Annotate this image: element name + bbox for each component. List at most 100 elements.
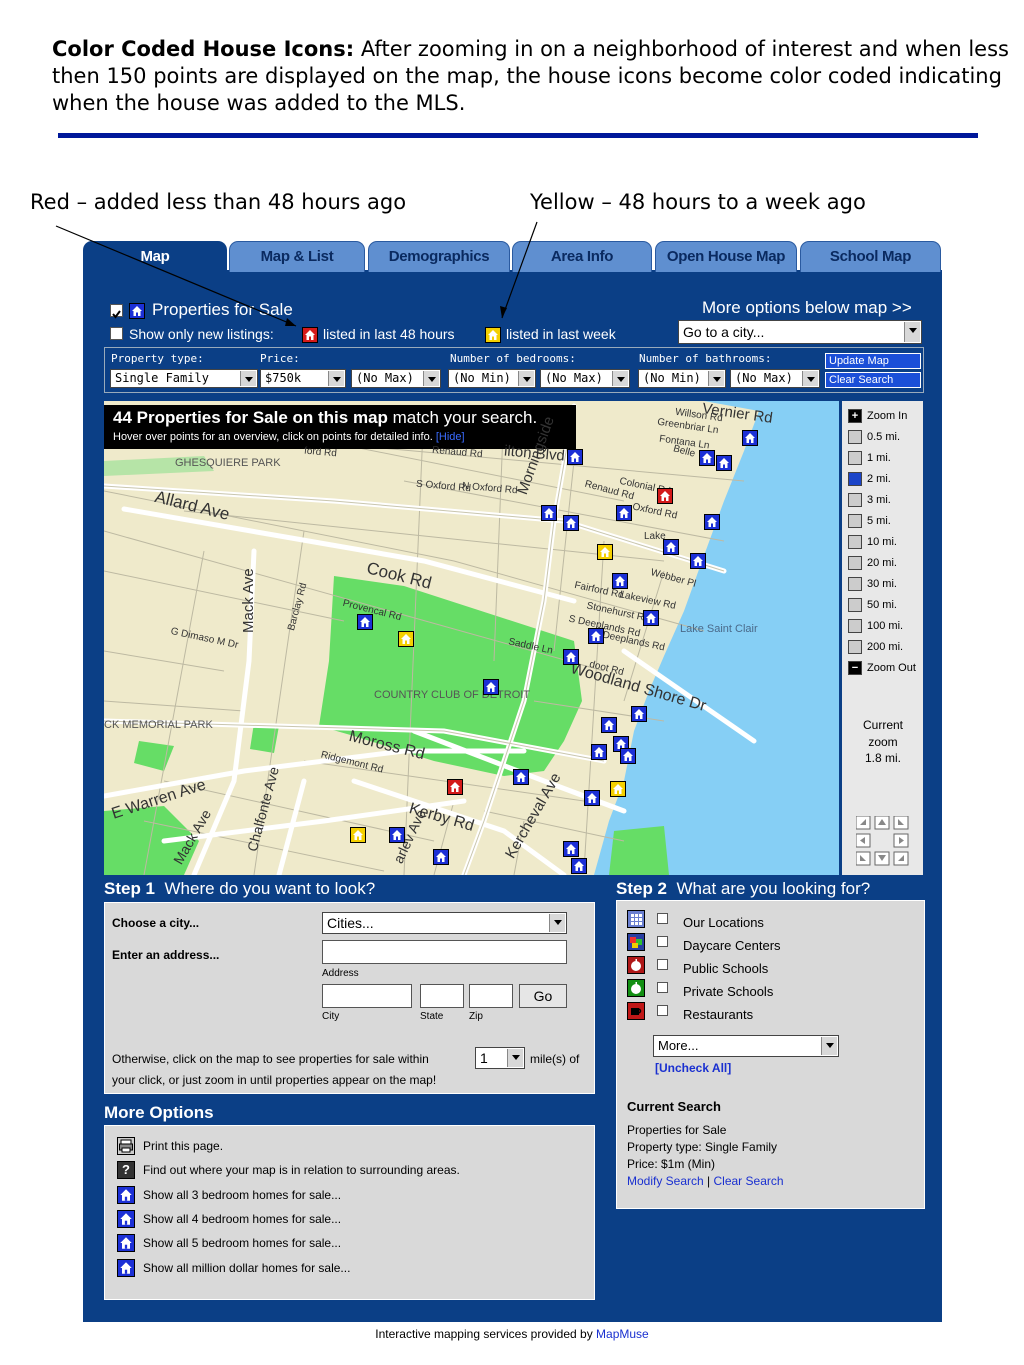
house-marker-icon[interactable] xyxy=(563,649,579,665)
city-input[interactable] xyxy=(322,984,412,1008)
house-marker-icon[interactable] xyxy=(663,539,679,555)
house-yellow-marker-icon[interactable] xyxy=(597,544,613,560)
poi-restaurants: Restaurants xyxy=(683,1007,754,1022)
checkbox-private-schools[interactable] xyxy=(657,982,668,993)
zoom-level-label: 200 mi. xyxy=(867,640,904,653)
zoom-level-10[interactable]: 200 mi. xyxy=(848,640,903,654)
house-red-marker-icon[interactable] xyxy=(447,779,463,795)
house-yellow-marker-icon[interactable] xyxy=(398,631,414,647)
map-label: COUNTRY CLUB OF DETROIT xyxy=(374,689,531,701)
house-marker-icon[interactable] xyxy=(588,628,604,644)
coffee-cup-icon xyxy=(627,1002,645,1020)
option-5bed[interactable]: Show all 5 bedroom homes for sale... xyxy=(143,1236,341,1250)
house-marker-icon[interactable] xyxy=(631,706,647,722)
house-marker-icon[interactable] xyxy=(591,744,607,760)
current-zoom-label: Current zoom xyxy=(862,718,903,749)
option-million[interactable]: Show all million dollar homes for sale..… xyxy=(143,1261,350,1275)
map-canvas[interactable]: 44 Properties for Sale on this map match… xyxy=(104,401,839,875)
zoom-level-7[interactable]: 30 mi. xyxy=(848,577,897,591)
house-marker-icon[interactable] xyxy=(483,679,499,695)
house-marker-icon[interactable] xyxy=(643,610,659,626)
apple-green-icon xyxy=(627,979,645,997)
poi-our-locations: Our Locations xyxy=(683,915,764,930)
house-marker-icon[interactable] xyxy=(704,514,720,530)
zoom-level-label: 10 mi. xyxy=(867,535,897,548)
otherwise-text-a: Otherwise, click on the map to see prope… xyxy=(112,1052,429,1066)
zip-input[interactable] xyxy=(469,984,513,1008)
printer-icon xyxy=(117,1137,135,1155)
zoom-level-label: 50 mi. xyxy=(867,598,897,611)
house-red-marker-icon[interactable] xyxy=(657,488,673,504)
house-marker-icon[interactable] xyxy=(513,769,529,785)
zoom-in-button[interactable]: + Zoom In xyxy=(848,409,907,423)
option-surrounding[interactable]: Find out where your map is in relation t… xyxy=(143,1163,460,1177)
banner-hide-link[interactable]: [Hide] xyxy=(436,431,465,443)
banner-count: 44 Properties for Sale on this map xyxy=(113,408,388,427)
address-input[interactable] xyxy=(322,940,567,964)
house-marker-icon[interactable] xyxy=(584,790,600,806)
more-poi-value: More... xyxy=(658,1038,699,1053)
blocks-icon xyxy=(627,933,645,951)
house-marker-icon[interactable] xyxy=(571,858,587,874)
zoom-level-5[interactable]: 10 mi. xyxy=(848,535,897,549)
pan-control[interactable] xyxy=(855,815,910,870)
house-marker-icon[interactable] xyxy=(563,841,579,857)
state-input[interactable] xyxy=(420,984,464,1008)
map-banner-title: 44 Properties for Sale on this map match… xyxy=(113,408,537,428)
zoom-in-label: Zoom In xyxy=(867,409,908,422)
house-marker-icon[interactable] xyxy=(541,505,557,521)
checkbox-public-schools[interactable] xyxy=(657,959,668,970)
house-marker-icon[interactable] xyxy=(612,573,628,589)
zoom-out-label: Zoom Out xyxy=(867,661,916,674)
checkbox-daycare[interactable] xyxy=(657,936,668,947)
house-marker-icon[interactable] xyxy=(357,614,373,630)
poi-daycare: Daycare Centers xyxy=(683,938,781,953)
zoom-level-9[interactable]: 100 mi. xyxy=(848,619,903,633)
zoom-level-label: 3 mi. xyxy=(867,493,891,506)
current-search-line: Property type: Single Family xyxy=(627,1140,778,1154)
zoom-level-8[interactable]: 50 mi. xyxy=(848,598,897,612)
zoom-level-3[interactable]: 3 mi. xyxy=(848,493,891,507)
house-marker-icon[interactable] xyxy=(567,449,583,465)
zoom-level-1[interactable]: 1 mi. xyxy=(848,451,891,465)
house-yellow-marker-icon[interactable] xyxy=(350,827,366,843)
checkbox-our-locations[interactable] xyxy=(657,913,668,924)
zoom-out-button[interactable]: − Zoom Out xyxy=(848,661,916,675)
house-marker-icon[interactable] xyxy=(563,515,579,531)
zoom-level-0[interactable]: 0.5 mi. xyxy=(848,430,900,444)
zoom-level-6[interactable]: 20 mi. xyxy=(848,556,897,570)
option-4bed[interactable]: Show all 4 bedroom homes for sale... xyxy=(143,1212,341,1226)
option-print[interactable]: Print this page. xyxy=(143,1139,223,1153)
clear-search-link[interactable]: Clear Search xyxy=(714,1174,784,1188)
house-marker-icon[interactable] xyxy=(433,849,449,865)
uncheck-all-link[interactable]: [Uncheck All] xyxy=(655,1061,731,1075)
option-3bed[interactable]: Show all 3 bedroom homes for sale... xyxy=(143,1188,341,1202)
poi-public-schools: Public Schools xyxy=(683,961,769,976)
zoom-level-4[interactable]: 5 mi. xyxy=(848,514,891,528)
go-button[interactable]: Go xyxy=(519,984,567,1008)
city-select-value: Cities... xyxy=(327,915,374,931)
house-marker-icon[interactable] xyxy=(690,553,706,569)
mapmuse-link[interactable]: MapMuse xyxy=(596,1327,649,1341)
poi-private-schools: Private Schools xyxy=(683,984,774,999)
more-poi-select[interactable]: More... xyxy=(653,1035,839,1057)
address-caption: Address xyxy=(322,968,359,979)
otherwise-text-b: mile(s) of xyxy=(530,1052,580,1066)
city-select[interactable]: Cities... xyxy=(322,912,567,934)
radius-select[interactable]: 1 xyxy=(475,1047,525,1069)
house-marker-icon[interactable] xyxy=(601,717,617,733)
checkbox-restaurants[interactable] xyxy=(657,1005,668,1016)
house-marker-icon[interactable] xyxy=(620,748,636,764)
zoom-level-2[interactable]: 2 mi. xyxy=(848,472,891,486)
zip-caption: Zip xyxy=(469,1011,483,1022)
house-marker-icon[interactable] xyxy=(616,505,632,521)
footer-prefix: Interactive mapping services provided by xyxy=(375,1327,597,1341)
house-marker-icon[interactable] xyxy=(716,455,732,471)
banner-hint: Hover over points for an overview, click… xyxy=(113,431,433,443)
step1-subtitle: Where do you want to look? xyxy=(164,879,376,898)
house-marker-icon[interactable] xyxy=(699,450,715,466)
modify-search-link[interactable]: Modify Search xyxy=(627,1174,704,1188)
house-marker-icon[interactable] xyxy=(742,430,758,446)
house-yellow-marker-icon[interactable] xyxy=(610,781,626,797)
house-marker-icon[interactable] xyxy=(389,827,405,843)
